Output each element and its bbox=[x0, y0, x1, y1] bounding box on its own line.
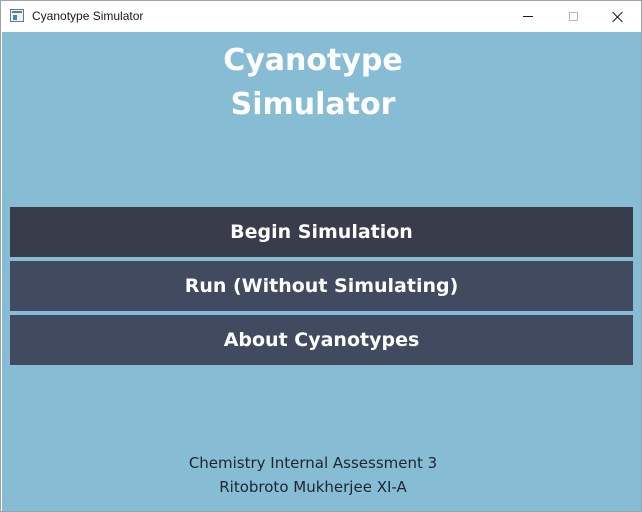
page-title-line-2: Simulator bbox=[230, 87, 396, 122]
page-title: Cyanotype Simulator bbox=[2, 39, 624, 127]
close-button[interactable] bbox=[595, 1, 641, 32]
begin-simulation-button[interactable]: Begin Simulation bbox=[10, 207, 633, 257]
credits-line-1: Chemistry Internal Assessment 3 bbox=[188, 454, 438, 472]
minimize-icon bbox=[523, 16, 533, 17]
minimize-button[interactable] bbox=[505, 1, 551, 32]
maximize-button[interactable] bbox=[550, 1, 596, 32]
close-icon bbox=[612, 11, 624, 23]
app-window-icon bbox=[10, 9, 24, 22]
title-bar[interactable]: Cyanotype Simulator bbox=[1, 1, 641, 32]
credits: Chemistry Internal Assessment 3 Ritobrot… bbox=[2, 451, 624, 499]
window-title: Cyanotype Simulator bbox=[32, 9, 144, 23]
app-window: Cyanotype Simulator Cyanotype Simulator … bbox=[0, 0, 642, 512]
page-title-line-1: Cyanotype bbox=[223, 43, 403, 78]
run-without-simulating-button[interactable]: Run (Without Simulating) bbox=[10, 261, 633, 311]
credits-line-2: Ritobroto Mukherjee XI-A bbox=[219, 478, 407, 496]
about-cyanotypes-button[interactable]: About Cyanotypes bbox=[10, 315, 633, 365]
main-panel: Cyanotype Simulator Begin Simulation Run… bbox=[2, 32, 641, 511]
maximize-icon bbox=[568, 12, 578, 21]
